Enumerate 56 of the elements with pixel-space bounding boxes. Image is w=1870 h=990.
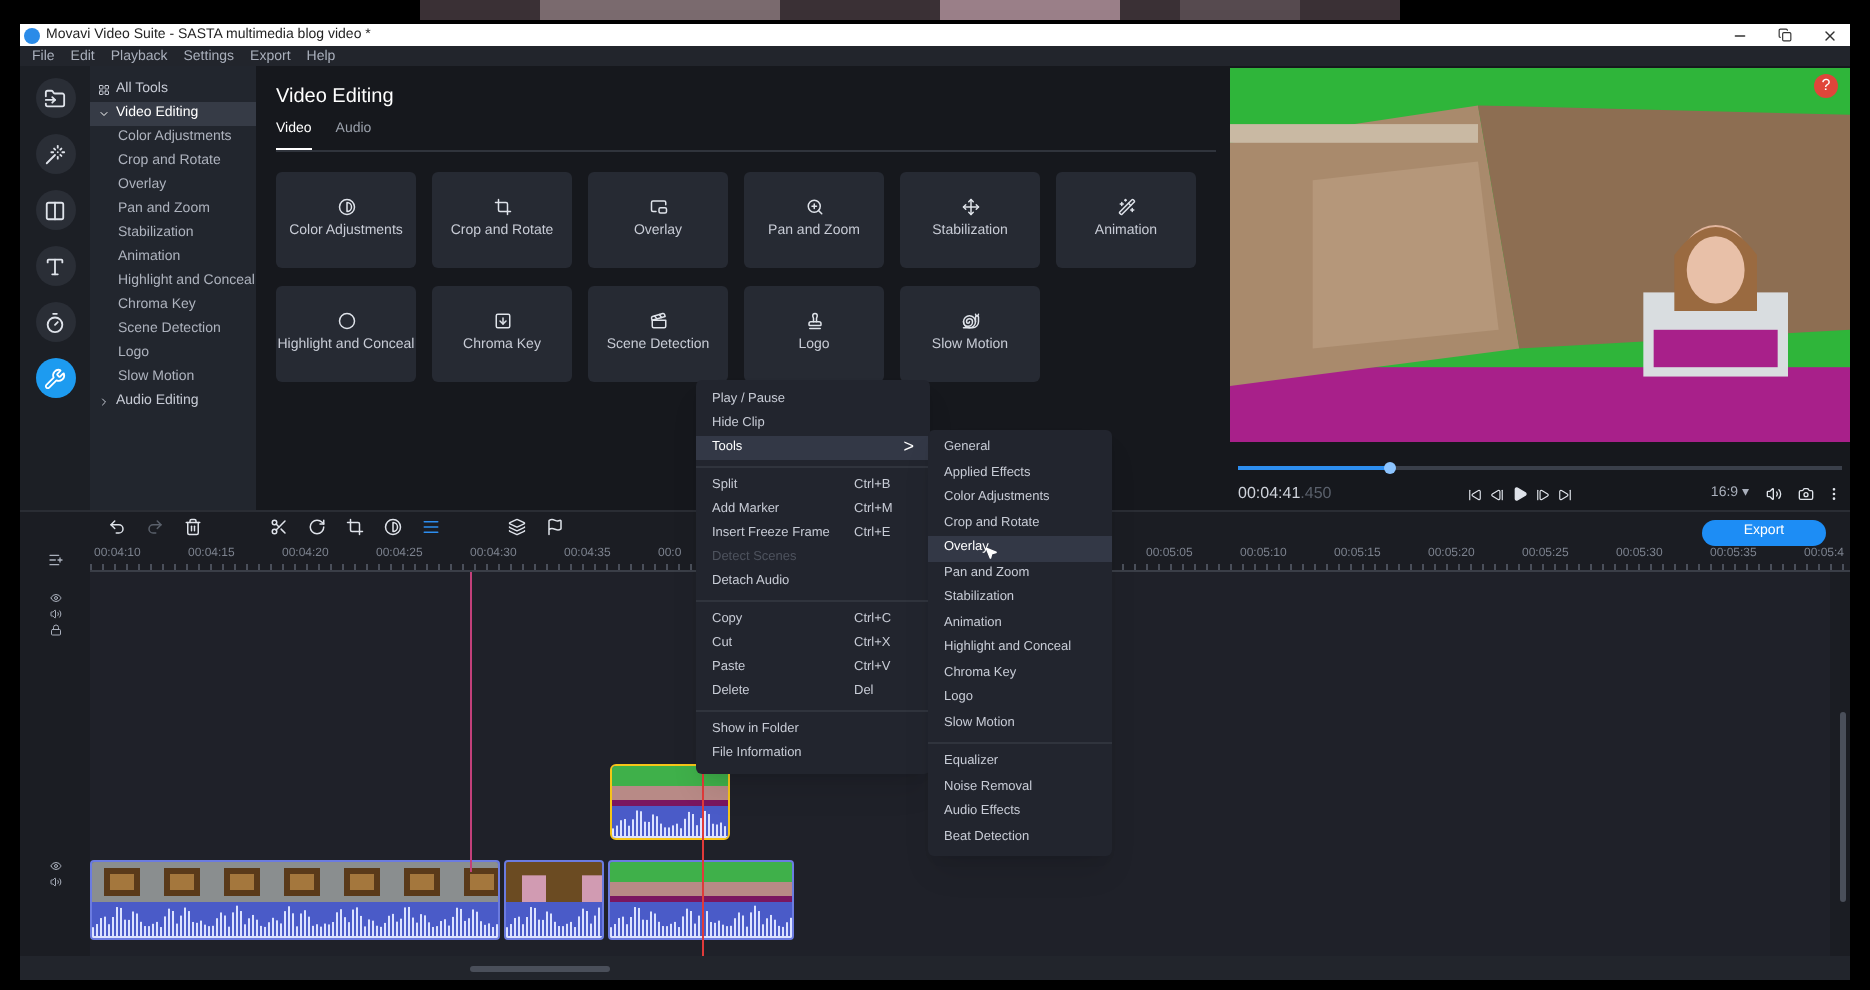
grid-icon bbox=[98, 84, 110, 96]
scrollbar[interactable] bbox=[1840, 712, 1846, 902]
waveform-drawing bbox=[506, 902, 602, 938]
contrast-icon bbox=[337, 198, 355, 216]
contrast-icon[interactable] bbox=[384, 518, 402, 536]
chevron-down-icon bbox=[98, 108, 110, 120]
panel-title: Video Editing bbox=[276, 84, 396, 112]
move-icon bbox=[961, 198, 979, 216]
wand-icon bbox=[1117, 198, 1135, 216]
step-forward-icon[interactable] bbox=[1535, 487, 1550, 501]
chevron-right-icon bbox=[98, 396, 110, 408]
crop-icon bbox=[493, 198, 511, 216]
circle-icon bbox=[337, 312, 355, 330]
waveform-drawing bbox=[612, 806, 728, 838]
restore-icon[interactable] bbox=[1778, 28, 1792, 42]
volume-icon[interactable] bbox=[1766, 486, 1782, 502]
scrollbar[interactable] bbox=[470, 966, 610, 972]
step-back-icon[interactable] bbox=[1489, 487, 1504, 501]
crop-icon[interactable] bbox=[346, 518, 364, 536]
transition-icon[interactable] bbox=[35, 190, 75, 230]
import-icon[interactable] bbox=[35, 78, 75, 118]
video-clip[interactable] bbox=[504, 860, 604, 940]
current-time: 00:04:41.450 bbox=[1238, 482, 1332, 506]
lock-icon[interactable] bbox=[49, 624, 61, 636]
flag-icon[interactable] bbox=[546, 518, 564, 536]
snail-icon bbox=[961, 312, 979, 330]
scissors-icon[interactable] bbox=[270, 518, 288, 536]
layers-icon[interactable] bbox=[508, 518, 526, 536]
volume-icon[interactable] bbox=[49, 608, 61, 620]
video-clip[interactable] bbox=[90, 860, 500, 940]
scrubber-handle[interactable] bbox=[1383, 462, 1395, 474]
add-track-icon[interactable] bbox=[47, 552, 63, 568]
delete-icon[interactable] bbox=[184, 518, 202, 536]
stamp-icon bbox=[805, 312, 823, 330]
wand-icon[interactable] bbox=[35, 134, 75, 174]
app-icon bbox=[24, 27, 40, 43]
undo-icon[interactable] bbox=[108, 518, 126, 536]
skip-back-icon[interactable] bbox=[1467, 487, 1482, 501]
skip-forward-icon[interactable] bbox=[1557, 487, 1572, 501]
overlay-clip[interactable] bbox=[610, 764, 730, 840]
close-icon[interactable] bbox=[1822, 27, 1838, 43]
redo-icon[interactable] bbox=[146, 518, 164, 536]
text-icon[interactable] bbox=[35, 246, 75, 286]
picture-in-picture-icon bbox=[649, 198, 667, 216]
tools-icon[interactable] bbox=[35, 358, 75, 398]
play-icon[interactable] bbox=[1511, 486, 1528, 502]
rotate-icon[interactable] bbox=[308, 518, 326, 536]
visibility-icon[interactable] bbox=[49, 592, 61, 604]
clapperboard-icon bbox=[649, 312, 667, 330]
zoom-icon bbox=[805, 198, 823, 216]
volume-icon[interactable] bbox=[49, 876, 61, 888]
video-clip[interactable] bbox=[608, 860, 794, 940]
visibility-icon[interactable] bbox=[49, 860, 61, 872]
properties-icon[interactable] bbox=[422, 518, 440, 536]
camera-icon[interactable] bbox=[1798, 486, 1814, 502]
timer-icon[interactable] bbox=[35, 302, 75, 342]
